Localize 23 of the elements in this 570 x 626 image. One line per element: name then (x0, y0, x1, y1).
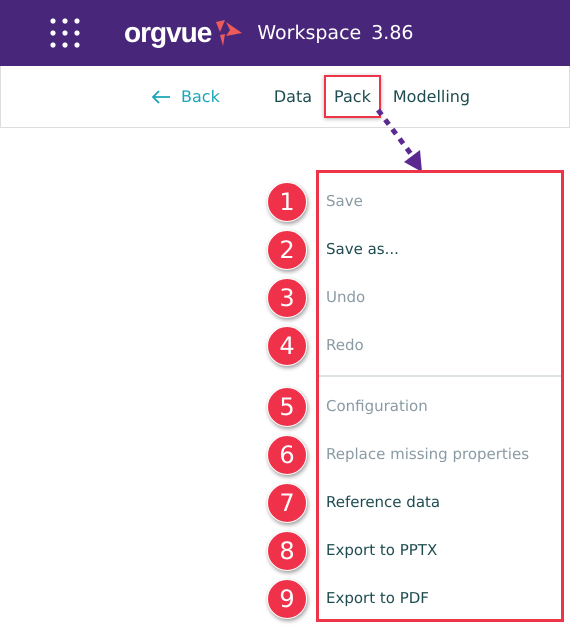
menu-item[interactable]: Reference data (326, 493, 440, 511)
nav-tab[interactable]: Modelling (382, 75, 480, 118)
nav-tab[interactable]: Data (264, 75, 322, 118)
back-label: Back (181, 87, 220, 106)
menu-item[interactable]: Save as... (326, 240, 399, 258)
left-arrow-icon (151, 90, 171, 104)
callout-number: 9 (267, 579, 307, 619)
logo-icon (213, 18, 244, 48)
callout-number: 2 (267, 230, 307, 270)
version-number: 3.86 (371, 22, 414, 44)
callout-number: 3 (267, 278, 307, 318)
nav-tab[interactable]: Pack (324, 75, 381, 118)
workspace-title: Workspace (257, 22, 362, 44)
callout-number: 6 (267, 435, 307, 475)
callout-number: 7 (267, 483, 307, 523)
menu-item[interactable]: Export to PDF (326, 589, 429, 607)
callout-number: 4 (267, 326, 307, 366)
callout-number: 5 (267, 387, 307, 427)
callout-number: 8 (267, 531, 307, 571)
callout-number: 1 (267, 182, 307, 222)
menu-item[interactable]: Export to PPTX (326, 541, 438, 559)
logo-text: orgvue (124, 17, 212, 49)
app-grid-icon[interactable] (50, 18, 80, 48)
